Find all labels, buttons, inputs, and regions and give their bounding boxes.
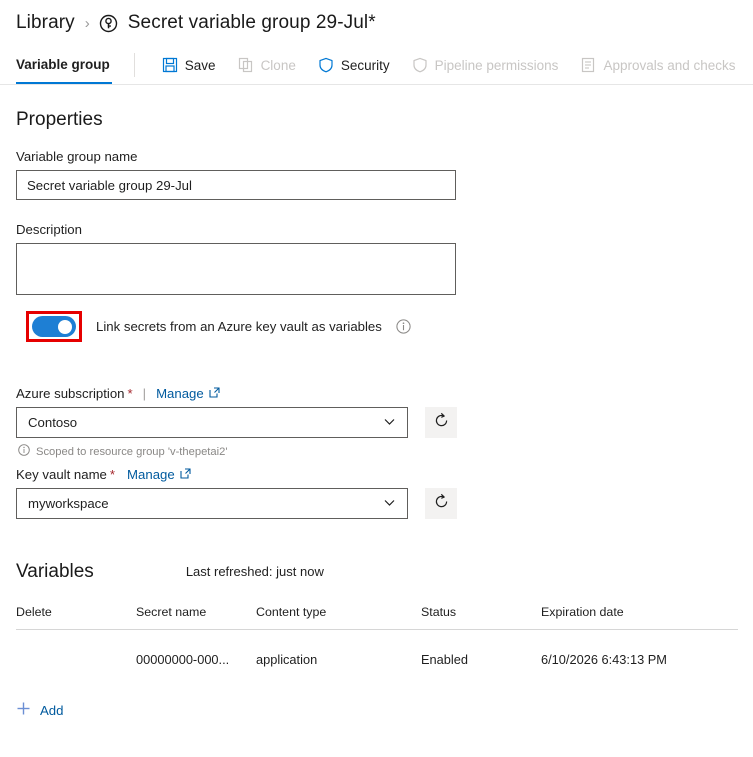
key-vault-dropdown[interactable]: myworkspace xyxy=(16,488,408,519)
properties-heading: Properties xyxy=(16,109,103,130)
refresh-icon xyxy=(433,493,450,515)
azure-subscription-label-row: Azure subscription * | Manage xyxy=(16,386,737,401)
add-label: Add xyxy=(40,702,64,718)
column-header-status: Status xyxy=(421,605,541,630)
refresh-keyvault-button[interactable] xyxy=(425,488,457,519)
scoped-resource-group-note: Scoped to resource group 'v-thepetai2' xyxy=(18,444,737,459)
variables-block: Variables Last refreshed: just now Delet… xyxy=(16,561,738,719)
table-header-row: Delete Secret name Content type Status E… xyxy=(16,605,738,630)
cell-status: Enabled xyxy=(421,652,468,667)
cell-expiration-date: 6/10/2026 6:43:13 PM xyxy=(541,652,667,667)
clone-label: Clone xyxy=(260,57,296,73)
cell-delete[interactable] xyxy=(16,630,136,668)
variable-group-name-input[interactable]: Secret variable group 29-Jul xyxy=(16,170,456,200)
variables-header: Variables Last refreshed: just now xyxy=(16,561,737,583)
manage-keyvault-label: Manage xyxy=(127,467,175,482)
command-bar: Variable group Save Clone Security Pipel… xyxy=(0,46,753,85)
breadcrumb: Library › Secret variable group 29-Jul* xyxy=(0,0,753,46)
cell-content-type: application xyxy=(256,652,318,667)
variable-group-icon xyxy=(99,13,119,33)
required-marker: * xyxy=(127,386,133,401)
column-header-content-type: Content type xyxy=(256,605,421,630)
key-vault-value: myworkspace xyxy=(28,496,109,511)
plus-icon xyxy=(16,701,31,719)
checklist-icon xyxy=(580,57,596,73)
link-secrets-toggle-label: Link secrets from an Azure key vault as … xyxy=(96,319,382,334)
toggle-highlight-box xyxy=(26,311,82,342)
save-label: Save xyxy=(184,57,216,73)
external-link-icon xyxy=(209,386,220,401)
last-refreshed-text: Last refreshed: just now xyxy=(185,564,324,579)
external-link-icon xyxy=(180,467,191,482)
key-vault-label-row: Key vault name * Manage xyxy=(16,467,737,482)
approvals-and-checks-button: Approvals and checks xyxy=(569,46,746,84)
shield-icon xyxy=(412,57,428,73)
shield-icon xyxy=(318,57,334,73)
azure-subscription-block: Azure subscription * | Manage Contoso Sc… xyxy=(16,386,737,519)
security-button[interactable]: Security xyxy=(307,46,401,84)
add-variable-button[interactable]: Add xyxy=(16,701,737,719)
save-button[interactable]: Save xyxy=(151,46,227,84)
chevron-down-icon xyxy=(383,496,396,512)
keyvault-toggle-row: Link secrets from an Azure key vault as … xyxy=(16,311,737,342)
azure-subscription-value: Contoso xyxy=(28,415,78,430)
refresh-icon xyxy=(433,412,450,434)
manage-keyvault-link[interactable]: Manage xyxy=(127,467,191,482)
azure-subscription-dropdown[interactable]: Contoso xyxy=(16,407,408,438)
description-input[interactable] xyxy=(16,243,456,295)
variable-group-name-label: Variable group name xyxy=(16,149,138,164)
azure-subscription-combo-row: Contoso xyxy=(16,407,737,438)
pipeline-permissions-button: Pipeline permissions xyxy=(401,46,570,84)
tab-label: Variable group xyxy=(16,56,110,72)
azure-subscription-label: Azure subscription xyxy=(16,386,125,401)
cell-secret-name: 00000000-000... xyxy=(136,652,230,667)
key-vault-combo-row: myworkspace xyxy=(16,488,737,519)
main-content: Properties Variable group name Secret va… xyxy=(0,85,753,719)
manage-subscription-label: Manage xyxy=(156,386,204,401)
security-label: Security xyxy=(340,57,390,73)
breadcrumb-link-library[interactable]: Library xyxy=(16,12,75,34)
column-header-delete: Delete xyxy=(16,605,136,630)
scoped-note-text: Scoped to resource group 'v-thepetai2' xyxy=(36,445,228,458)
clone-button: Clone xyxy=(227,46,307,84)
tab-variable-group[interactable]: Variable group xyxy=(16,46,112,84)
info-icon[interactable] xyxy=(396,319,411,334)
toggle-knob xyxy=(58,319,72,334)
pipeline-permissions-label: Pipeline permissions xyxy=(434,57,559,73)
link-secrets-toggle[interactable] xyxy=(32,316,76,337)
description-label: Description xyxy=(16,222,82,237)
refresh-subscription-button[interactable] xyxy=(425,407,457,438)
info-icon xyxy=(18,444,30,459)
variables-heading: Variables xyxy=(16,561,94,582)
table-row[interactable]: 00000000-000... application Enabled 6/10… xyxy=(16,630,738,668)
page-title: Secret variable group 29-Jul* xyxy=(127,12,376,33)
variables-table: Delete Secret name Content type Status E… xyxy=(16,605,738,667)
approvals-and-checks-label: Approvals and checks xyxy=(603,57,736,73)
manage-subscription-link[interactable]: Manage xyxy=(156,386,220,401)
variable-group-name-value: Secret variable group 29-Jul xyxy=(27,177,192,193)
command-bar-divider xyxy=(133,53,135,77)
column-header-secret-name: Secret name xyxy=(136,605,256,630)
key-vault-label: Key vault name xyxy=(16,467,107,482)
label-divider: | xyxy=(142,386,147,401)
required-marker: * xyxy=(109,467,116,482)
chevron-down-icon xyxy=(383,415,396,431)
column-header-expiration-date: Expiration date xyxy=(541,605,738,630)
clone-icon xyxy=(238,57,254,73)
breadcrumb-separator: › xyxy=(84,14,90,32)
save-icon xyxy=(162,57,178,73)
